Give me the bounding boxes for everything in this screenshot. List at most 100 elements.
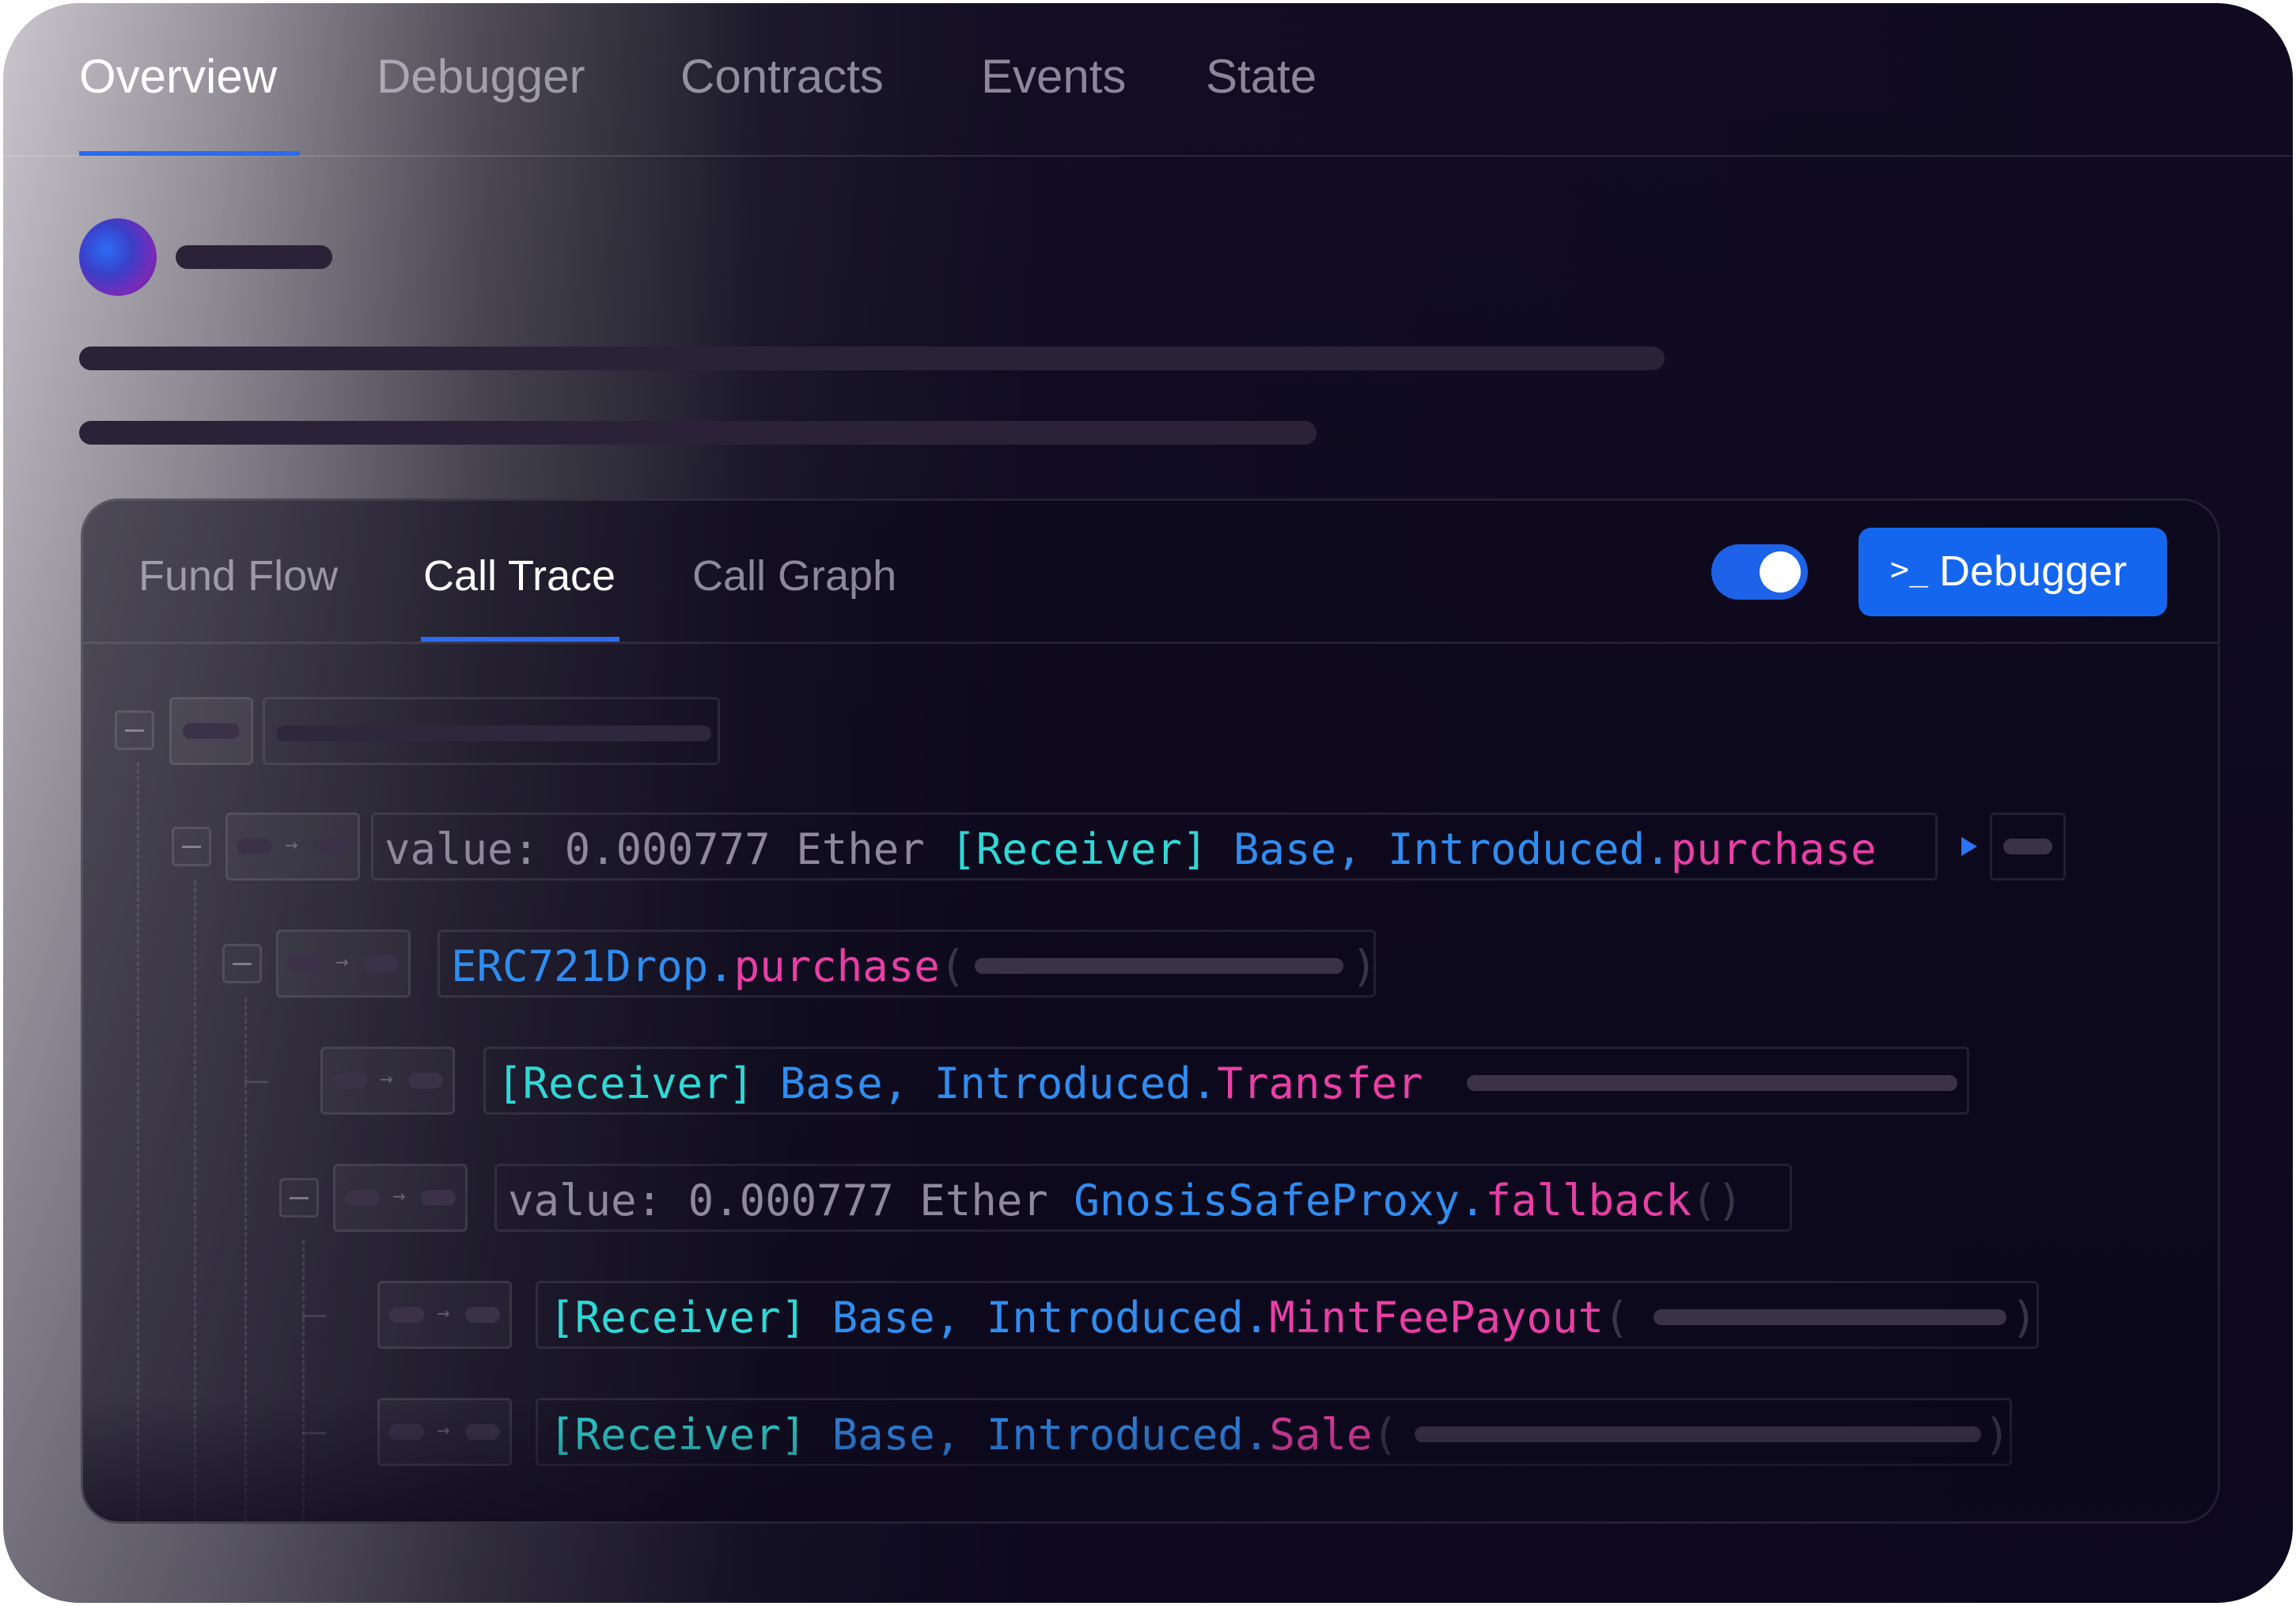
contract-name: Base, Introduced [1233,824,1646,874]
collapse-toggle[interactable] [222,944,262,983]
to-placeholder [465,1424,500,1440]
dot: . [1243,1293,1270,1343]
arrow-icon: → [392,1187,406,1206]
tree-guide-line [244,998,247,1521]
tab-contracts[interactable]: Contracts [680,49,884,104]
active-tab-indicator [79,151,300,156]
tab-overview[interactable]: Overview [79,49,277,104]
arrow-icon: → [285,835,298,854]
close-paren: ) [1351,941,1377,991]
trace-row-4[interactable]: value: 0.000777 Ether GnosisSafeProxy.fa… [494,1164,1792,1232]
tab-debugger[interactable]: Debugger [377,49,585,104]
from-placeholder [237,839,272,854]
call-address-badge: → [377,1398,512,1466]
call-signature: [Receiver] Base, Introduced.MintFeePayou… [549,1297,1629,1339]
tab-state[interactable]: State [1206,49,1317,104]
method-name: Sale [1269,1410,1373,1460]
badge-placeholder [183,723,240,739]
receiver-tag: [Receiver] [549,1293,807,1343]
collapse-toggle[interactable] [279,1178,319,1218]
debugger-button[interactable]: >_ Debugger [1858,528,2167,616]
open-paren: ( [1603,1293,1630,1343]
tree-branch [302,1315,326,1317]
trace-row-5[interactable]: [Receiver] Base, Introduced.MintFeePayou… [536,1281,2039,1349]
dot: . [1645,824,1671,874]
arrow-icon: → [380,1070,393,1089]
trace-panel: Fund Flow Call Trace Call Graph >_ Debug… [81,498,2220,1524]
tab-call-graph[interactable]: Call Graph [692,551,896,600]
call-address-badge: → [276,930,411,998]
gas-placeholder [2003,839,2052,854]
debugger-button-label: Debugger [1939,547,2127,595]
main-tab-bar: Overview Debugger Contracts Events State [3,3,2293,157]
panel-tab-bar: Fund Flow Call Trace Call Graph >_ Debug… [83,501,2218,644]
dot: . [708,941,734,991]
to-placeholder [408,1073,443,1089]
contract-name: GnosisSafeProxy [1074,1176,1460,1225]
active-panel-tab-indicator [421,637,619,642]
value-label: value: [508,1176,663,1225]
call-signature: [Receiver] Base, Introduced.Transfer [497,1062,1423,1105]
terminal-prompt-icon: >_ [1890,551,1929,588]
args-placeholder [975,958,1343,974]
toggle-knob [1760,551,1801,593]
trace-row-2[interactable]: ERC721Drop.purchase( ) [438,930,1377,998]
avatar [79,218,157,296]
contract-name: Base, Introduced [832,1293,1244,1343]
dot: . [1243,1410,1270,1460]
title-placeholder [176,245,332,269]
arrow-icon: → [437,1304,450,1323]
call-address-badge: → [320,1047,455,1115]
from-placeholder [389,1424,424,1440]
arrow-icon: → [335,953,349,972]
close-paren: ) [1984,1410,2010,1460]
tree-branch [244,1081,268,1083]
method-name: fallback [1485,1176,1692,1225]
value-amount: 0.000777 [688,1176,894,1225]
trace-row-3[interactable]: [Receiver] Base, Introduced.Transfer [483,1047,1969,1115]
args-placeholder [1415,1426,1981,1442]
arrow-icon: → [437,1421,450,1440]
to-placeholder [364,956,399,972]
trace-row-6[interactable]: [Receiver] Base, Introduced.Sale( ) [536,1398,2012,1466]
collapse-toggle[interactable] [115,710,154,750]
tree-guide-line [302,1240,305,1521]
root-call[interactable] [263,697,720,765]
call-signature: [Receiver] Base, Introduced.Sale( [549,1414,1398,1456]
tab-events[interactable]: Events [981,49,1126,104]
description-placeholder-line-1 [79,347,1665,370]
open-paren: ( [939,941,966,991]
call-signature: ERC721Drop.purchase( [451,945,965,988]
tree-branch [302,1432,326,1434]
method-name: purchase [1670,824,1877,874]
call-address-badge: → [225,812,360,881]
close-paren: ) [2011,1293,2037,1343]
tree-guide-line [194,881,196,1521]
receiver-tag: [Receiver] [549,1410,807,1460]
args-placeholder [1467,1075,1957,1091]
to-placeholder [465,1307,500,1323]
call-address-badge: → [333,1164,468,1232]
from-placeholder [332,1073,367,1089]
to-placeholder [421,1190,456,1206]
dot: . [1191,1059,1218,1108]
from-placeholder [389,1307,424,1323]
call-address-badge: → [377,1281,512,1349]
receiver-tag: [Receiver] [497,1059,755,1108]
call-signature: value: 0.000777 Ether [Receiver] Base, I… [385,828,1877,871]
contract-name: ERC721Drop [451,941,709,991]
value-label: value: [385,824,540,874]
trace-row-1[interactable]: value: 0.000777 Ether [Receiver] Base, I… [371,812,1938,881]
view-toggle[interactable] [1711,544,1808,600]
call-signature: value: 0.000777 Ether GnosisSafeProxy.fa… [508,1180,1743,1222]
open-paren: ( [1372,1410,1398,1460]
collapse-toggle[interactable] [172,827,211,866]
parens: () [1691,1176,1743,1225]
tab-fund-flow[interactable]: Fund Flow [138,551,338,600]
play-icon[interactable] [1961,837,1977,856]
description-placeholder-line-2 [79,421,1317,445]
tab-call-trace[interactable]: Call Trace [423,551,616,600]
contract-name: Base, Introduced [832,1410,1244,1460]
to-placeholder [313,839,348,854]
call-type-badge [169,697,253,765]
